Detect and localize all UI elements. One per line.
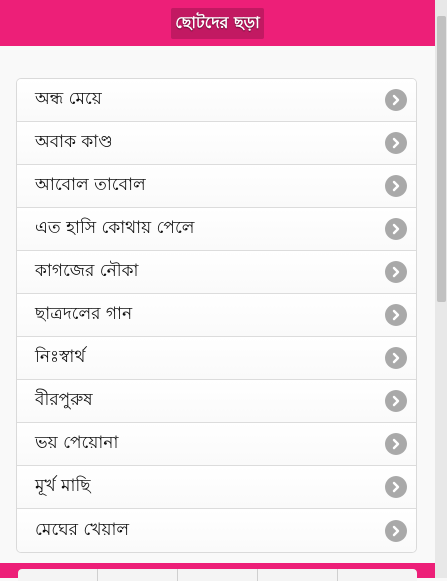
scrollbar[interactable] [435,0,447,578]
list-item[interactable]: আবোল তাবোল [17,165,416,208]
list-item[interactable]: বীরপুরুষ [17,380,416,423]
chevron-right-icon [385,175,407,197]
chevron-right-icon [385,218,407,240]
app-header: ছোটদের ছড়া [0,0,435,46]
chevron-right-icon [385,390,407,412]
chevron-right-icon [385,476,407,498]
list-item[interactable]: অন্ধ মেয়ে [17,79,416,122]
chevron-right-icon [385,89,407,111]
list-item[interactable]: নিঃস্বার্থ [17,337,416,380]
footer-tab[interactable] [18,569,98,581]
chevron-right-icon [385,433,407,455]
list-item-label: অবাক কাণ্ড [35,132,113,152]
footer-navbar [18,569,417,581]
list-item-label: ছাত্রদলের গান [35,304,133,324]
chevron-right-icon [385,132,407,154]
footer-tab[interactable] [258,569,338,581]
list-item[interactable]: মেঘের খেয়াল [17,509,416,552]
footer-tab[interactable] [98,569,178,581]
list-item[interactable]: ছাত্রদলের গান [17,294,416,337]
list-item-label: বীরপুরুষ [35,390,93,410]
footer-tab[interactable] [338,569,417,581]
content: অন্ধ মেয়ে অবাক কাণ্ড আবোল তাবোল এত হাসি… [16,78,417,553]
rhyme-list: অন্ধ মেয়ে অবাক কাণ্ড আবোল তাবোল এত হাসি… [16,78,417,553]
list-item-label: মেঘের খেয়াল [35,519,130,540]
list-item-label: এত হাসি কোথায় পেলে [35,218,195,238]
list-item[interactable]: মূর্খ মাছি [17,466,416,509]
list-item[interactable]: অবাক কাণ্ড [17,122,416,165]
chevron-right-icon [385,261,407,283]
list-item-label: আবোল তাবোল [35,175,146,195]
chevron-right-icon [385,304,407,326]
scroll-thumb[interactable] [437,16,446,302]
list-item-label: নিঃস্বার্থ [35,347,86,367]
list-item[interactable]: ভয় পেয়োনা [17,423,416,466]
list-item[interactable]: কাগজের নৌকা [17,251,416,294]
footer-bar [0,563,435,581]
list-item-label: ভয় পেয়োনা [35,433,119,453]
list-item-label: মূর্খ মাছি [35,476,91,496]
footer-tab[interactable] [178,569,258,581]
chevron-right-icon [385,347,407,369]
list-item[interactable]: এত হাসি কোথায় পেলে [17,208,416,251]
list-item-label: অন্ধ মেয়ে [35,89,102,109]
chevron-right-icon [385,519,407,542]
page-title: ছোটদের ছড়া [171,7,264,39]
list-item-label: কাগজের নৌকা [35,261,139,281]
